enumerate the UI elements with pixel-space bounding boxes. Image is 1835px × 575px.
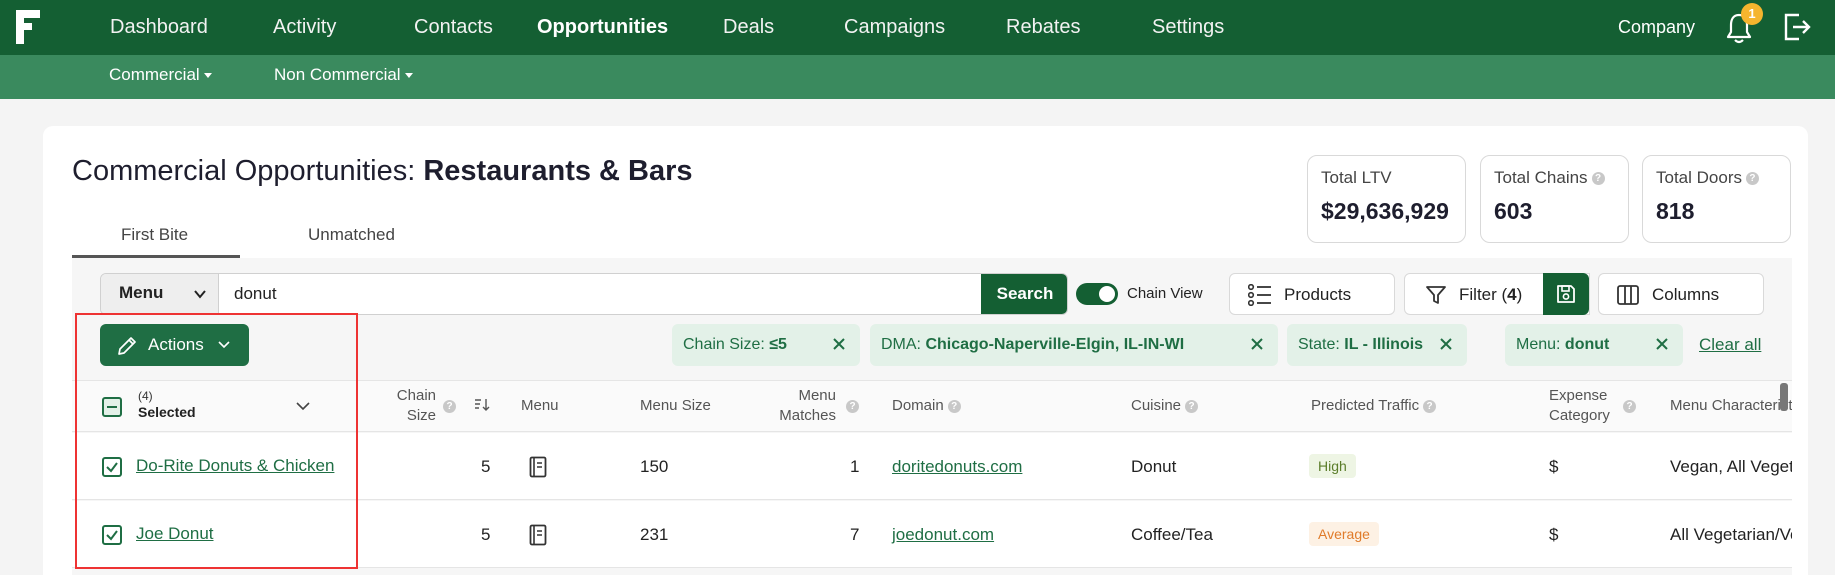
table-header: (4) Selected Chain Size ? Menu Menu Size … xyxy=(72,380,1792,432)
tab-first-bite[interactable]: First Bite xyxy=(121,225,188,245)
top-navbar: Dashboard Activity Contacts Opportunitie… xyxy=(0,0,1835,55)
row-checkbox[interactable] xyxy=(102,457,122,477)
save-filter-button[interactable] xyxy=(1543,273,1589,315)
subnav-non-commercial[interactable]: Non Commercial xyxy=(274,65,413,85)
logout-icon[interactable] xyxy=(1781,11,1813,43)
sub-navbar: Commercial Non Commercial xyxy=(0,55,1835,99)
checkmark-icon xyxy=(106,462,118,473)
filter-chip-dma[interactable]: DMA: Chicago-Naperville-Elgin, IL-IN-WI xyxy=(870,324,1278,366)
actions-button[interactable]: Actions xyxy=(100,324,249,366)
help-icon[interactable]: ? xyxy=(1185,399,1199,413)
select-all-checkbox[interactable] xyxy=(102,397,122,417)
app-logo-icon[interactable] xyxy=(14,8,44,46)
traffic-badge: High xyxy=(1309,454,1356,478)
close-icon[interactable] xyxy=(832,337,846,351)
notification-badge: 1 xyxy=(1741,3,1763,25)
chevron-down-icon xyxy=(194,290,206,299)
nav-rebates[interactable]: Rebates xyxy=(1006,16,1081,39)
menu-book-icon[interactable] xyxy=(529,456,547,478)
filter-chip-chain-size[interactable]: Chain Size: ≤5 xyxy=(672,324,860,366)
domain-link[interactable]: joedonut.com xyxy=(892,525,994,545)
nav-campaigns[interactable]: Campaigns xyxy=(844,16,945,39)
page-title: Commercial Opportunities: Restaurants & … xyxy=(72,155,693,187)
header-domain[interactable]: Domain? xyxy=(892,396,961,416)
help-icon[interactable]: ? xyxy=(1591,172,1605,186)
help-icon[interactable]: ? xyxy=(1623,400,1636,413)
help-icon[interactable]: ? xyxy=(1745,172,1759,186)
chain-view-toggle[interactable] xyxy=(1076,283,1118,305)
nav-deals[interactable]: Deals xyxy=(723,16,774,39)
nav-dashboard[interactable]: Dashboard xyxy=(110,16,208,39)
close-icon[interactable] xyxy=(1439,337,1453,351)
row-name-link[interactable]: Do-Rite Donuts & Chicken xyxy=(136,456,334,476)
close-icon[interactable] xyxy=(1655,337,1669,351)
stat-total-doors: Total Doors? 818 xyxy=(1642,155,1791,243)
chevron-down-icon[interactable] xyxy=(296,401,310,411)
help-icon[interactable]: ? xyxy=(443,400,456,413)
header-expense-category[interactable]: Expense Category xyxy=(1549,386,1610,426)
columns-icon xyxy=(1617,285,1639,305)
header-cuisine[interactable]: Cuisine? xyxy=(1131,396,1199,416)
close-icon[interactable] xyxy=(1250,337,1264,351)
pencil-icon xyxy=(118,337,136,355)
row-checkbox[interactable] xyxy=(102,525,122,545)
chain-view-label: Chain View xyxy=(1127,285,1203,302)
header-menu-matches[interactable]: Menu Matches xyxy=(772,386,836,426)
domain-link[interactable]: doritedonuts.com xyxy=(892,457,1022,477)
table-row: Joe Donut 5 231 7 joedonut.com Coffee/Te… xyxy=(72,501,1792,568)
search-type-select[interactable]: Menu xyxy=(101,274,219,314)
help-icon[interactable]: ? xyxy=(846,400,859,413)
header-predicted-traffic[interactable]: Predicted Traffic? xyxy=(1311,396,1437,416)
stat-total-ltv: Total LTV $29,636,929 xyxy=(1307,155,1466,243)
scrollbar-thumb[interactable] xyxy=(1780,383,1788,411)
table-row: Do-Rite Donuts & Chicken 5 150 1 dorited… xyxy=(72,433,1792,500)
search-button[interactable]: Search xyxy=(981,274,1067,314)
nav-settings[interactable]: Settings xyxy=(1152,16,1224,39)
help-icon[interactable]: ? xyxy=(947,399,961,413)
columns-button[interactable]: Columns xyxy=(1598,273,1764,315)
chevron-down-icon xyxy=(218,341,230,349)
filter-icon xyxy=(1426,286,1446,304)
header-menu[interactable]: Menu xyxy=(521,396,559,416)
toggle-knob xyxy=(1099,286,1115,302)
help-icon[interactable]: ? xyxy=(1423,399,1437,413)
stat-total-chains: Total Chains? 603 xyxy=(1480,155,1629,243)
nav-opportunities[interactable]: Opportunities xyxy=(537,16,668,39)
search-input[interactable] xyxy=(219,274,979,314)
header-chain-size[interactable]: Chain Size xyxy=(392,386,436,426)
traffic-badge: Average xyxy=(1309,522,1379,546)
row-name-link[interactable]: Joe Donut xyxy=(136,524,214,544)
clear-all-link[interactable]: Clear all xyxy=(1699,335,1761,355)
search-bar: Menu Search xyxy=(100,273,1068,315)
subnav-commercial[interactable]: Commercial xyxy=(109,65,212,85)
tab-unmatched[interactable]: Unmatched xyxy=(308,225,395,245)
checkmark-icon xyxy=(106,530,118,541)
filter-chip-menu[interactable]: Menu: donut xyxy=(1505,324,1683,366)
sort-icon[interactable] xyxy=(474,398,490,412)
header-menu-characteristics[interactable]: Menu Characteristics xyxy=(1670,397,1792,414)
products-button[interactable]: Products xyxy=(1229,273,1395,315)
nav-contacts[interactable]: Contacts xyxy=(414,16,493,39)
nav-activity[interactable]: Activity xyxy=(273,16,336,39)
company-link[interactable]: Company xyxy=(1618,17,1695,38)
save-icon xyxy=(1557,285,1575,303)
caret-down-icon xyxy=(203,73,212,79)
list-icon xyxy=(1248,284,1271,306)
caret-down-icon xyxy=(404,73,413,79)
header-menu-size[interactable]: Menu Size xyxy=(640,396,711,416)
menu-book-icon[interactable] xyxy=(529,524,547,546)
minus-icon xyxy=(107,406,117,408)
filter-chip-state[interactable]: State: IL - Illinois xyxy=(1287,324,1467,366)
